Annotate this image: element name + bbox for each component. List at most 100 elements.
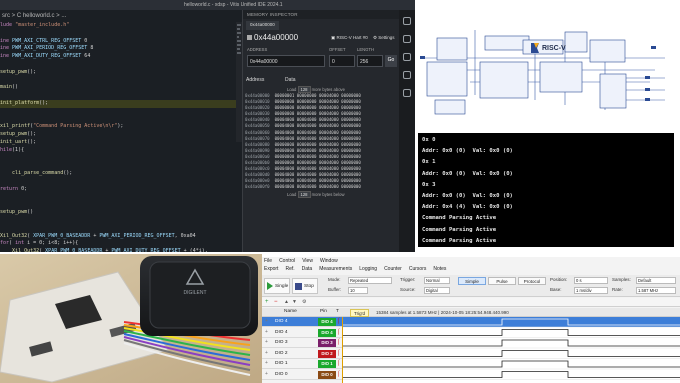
mode-select[interactable]: Repeated	[348, 277, 392, 284]
channel-pin-badge[interactable]: DIO 1	[318, 360, 336, 368]
trigger-mode-protocol[interactable]: Protocol	[518, 277, 546, 285]
code-line[interactable]: init_uart();	[0, 139, 240, 147]
load-more-above-link[interactable]: more bytes above	[312, 87, 345, 92]
code-line[interactable]: setup_pwm();	[0, 69, 240, 77]
length-input[interactable]: 256	[357, 55, 383, 67]
add-channel-icon[interactable]: +	[265, 299, 269, 305]
code-editor[interactable]: lude "master_include.h"ine PWM_AXI_CTRL_…	[0, 22, 240, 252]
expand-icon[interactable]: +	[265, 318, 270, 325]
code-line[interactable]: cli_parse_command();	[0, 170, 240, 178]
code-line[interactable]: main()	[0, 84, 240, 92]
expand-icon[interactable]: +	[265, 360, 270, 367]
channel-row[interactable]: + DIO 2 DIO 2 ⌠	[262, 349, 342, 359]
load-more-below-link[interactable]: more bytes below	[312, 192, 345, 197]
trigger-mode-pulse[interactable]: Pulse	[488, 277, 516, 285]
code-line[interactable]	[0, 92, 240, 100]
trigger-edge-icon[interactable]: ⌠	[337, 339, 340, 345]
gear-icon[interactable]: ⚙	[302, 299, 306, 305]
channel-row[interactable]: + DIO 4 DIO 4 ⌠	[262, 328, 342, 338]
inspector-tab[interactable]: 0x44a00000	[246, 21, 279, 30]
code-line[interactable]: xil_printf("Command Parsing Active\n\r")…	[0, 123, 240, 131]
move-down-icon[interactable]: ▼	[292, 299, 297, 305]
channel-row[interactable]: + DIO 4 DIO 4 ⌠	[262, 317, 342, 327]
trigger-mode-simple[interactable]: Simple	[458, 277, 486, 285]
submenu-item[interactable]: Notes	[433, 266, 446, 272]
load-count-select-below[interactable]: 128	[297, 191, 311, 198]
code-line[interactable]: for( int i = 0; i<8; i++){	[0, 240, 240, 248]
chip-icon[interactable]	[403, 89, 411, 97]
channel-row[interactable]: + DIO 3 DIO 3 ⌠	[262, 338, 342, 348]
offset-input[interactable]: 0	[329, 55, 355, 67]
menu-item[interactable]: Control	[279, 258, 295, 264]
code-line[interactable]: ine PWM_AXI_PERIOD_REG_OFFSET 8	[0, 45, 240, 53]
expand-icon[interactable]: +	[265, 350, 270, 357]
go-button[interactable]: Go	[385, 55, 397, 67]
single-button[interactable]: Single	[264, 278, 290, 294]
expand-icon[interactable]: +	[265, 339, 270, 346]
code-line[interactable]	[0, 201, 240, 209]
submenu-item[interactable]: Data	[302, 266, 313, 272]
code-line[interactable]	[0, 61, 240, 69]
debug-icon[interactable]	[403, 53, 411, 61]
move-up-icon[interactable]: ▲	[284, 299, 289, 305]
code-line[interactable]: ine PWM_AXI_CTRL_REG_OFFSET 0	[0, 38, 240, 46]
samples-select[interactable]: Default	[636, 277, 676, 284]
waveform-plot[interactable]	[342, 317, 680, 383]
submenu-item[interactable]: Cursors	[409, 266, 427, 272]
address-input[interactable]: 0x44a00000	[247, 55, 325, 67]
close-icon[interactable]	[403, 17, 411, 25]
code-line[interactable]: setup_pwm()	[0, 209, 240, 217]
load-count-select[interactable]: 128	[297, 86, 311, 93]
code-line[interactable]: lude "master_include.h"	[0, 22, 240, 30]
code-line[interactable]	[0, 225, 240, 233]
trigger-edge-icon[interactable]: ⌠	[337, 318, 340, 324]
buffer-input[interactable]: 10	[348, 287, 368, 294]
code-line[interactable]	[0, 108, 240, 116]
submenu-item[interactable]: Logging	[359, 266, 377, 272]
target-selector[interactable]: ▣ RISC-V Hart #0	[331, 35, 368, 41]
channel-pin-badge[interactable]: DIO 2	[318, 349, 336, 358]
submenu-item[interactable]: Ref.	[285, 266, 294, 272]
code-line[interactable]	[0, 178, 240, 186]
trigger-edge-icon[interactable]: ⌠	[337, 360, 340, 366]
menu-item[interactable]: Window	[320, 258, 338, 264]
channel-pin-badge[interactable]: DIO 3	[318, 339, 336, 347]
rate-select[interactable]: 1.587 MHz	[636, 287, 676, 294]
channel-row[interactable]: + DIO 0 DIO 0 ⌠	[262, 370, 342, 380]
source-select[interactable]: Digital	[424, 287, 450, 294]
settings-button[interactable]: ⚙ Settings	[373, 35, 395, 41]
menu-item[interactable]: File	[264, 258, 272, 264]
remove-channel-icon[interactable]: −	[274, 299, 278, 305]
memory-row[interactable]: 0x44a000f0 00004000 00004000 00004000 00…	[245, 184, 361, 190]
expand-icon[interactable]: +	[265, 329, 270, 336]
code-line[interactable]: init_platform();	[0, 99, 240, 108]
code-line[interactable]	[0, 30, 240, 38]
trigger-edge-icon[interactable]: ⌠	[337, 329, 340, 335]
serial-terminal[interactable]: 0x 0 Addr: 0x0 (0) Val: 0x0 (0) 0x 1 Addr: …	[418, 133, 674, 247]
menu-item[interactable]: View	[302, 258, 313, 264]
channel-row[interactable]: + DIO 1 DIO 1 ⌠	[262, 359, 342, 369]
code-line[interactable]: hile(1){	[0, 147, 240, 155]
code-line[interactable]: ine PWM_AXI_DUTY_REG_OFFSET 64	[0, 53, 240, 61]
trigger-select[interactable]: Normal	[424, 277, 450, 284]
code-line[interactable]: Xil_Out32( XPAR_PWM_0_BASEADDR + PWM_AXI…	[0, 233, 240, 241]
channel-pin-badge[interactable]: DIO 4	[318, 318, 336, 326]
submenu-item[interactable]: Export	[264, 266, 278, 272]
settings-icon[interactable]	[403, 35, 411, 43]
position-input[interactable]: 0 s	[574, 277, 608, 284]
code-line[interactable]: Xil_Out32( XPAR_PWM_0_BASEADDR + PWM_AXI…	[0, 248, 240, 252]
expand-icon[interactable]: +	[265, 371, 270, 378]
base-select[interactable]: 1 ms/div	[574, 287, 608, 294]
trigger-edge-icon[interactable]: ⌠	[337, 371, 340, 377]
code-line[interactable]	[0, 194, 240, 202]
extensions-icon[interactable]	[403, 71, 411, 79]
code-line[interactable]	[0, 116, 240, 124]
channel-pin-badge[interactable]: DIO 4	[318, 328, 336, 337]
trigger-edge-icon[interactable]: ⌠	[337, 350, 340, 356]
channel-pin-badge[interactable]: DIO 0	[318, 370, 336, 379]
code-line[interactable]	[0, 77, 240, 85]
code-line[interactable]	[0, 162, 240, 170]
code-line[interactable]	[0, 155, 240, 163]
code-line[interactable]: return 0;	[0, 186, 240, 194]
submenu-item[interactable]: Measurements	[319, 266, 352, 272]
